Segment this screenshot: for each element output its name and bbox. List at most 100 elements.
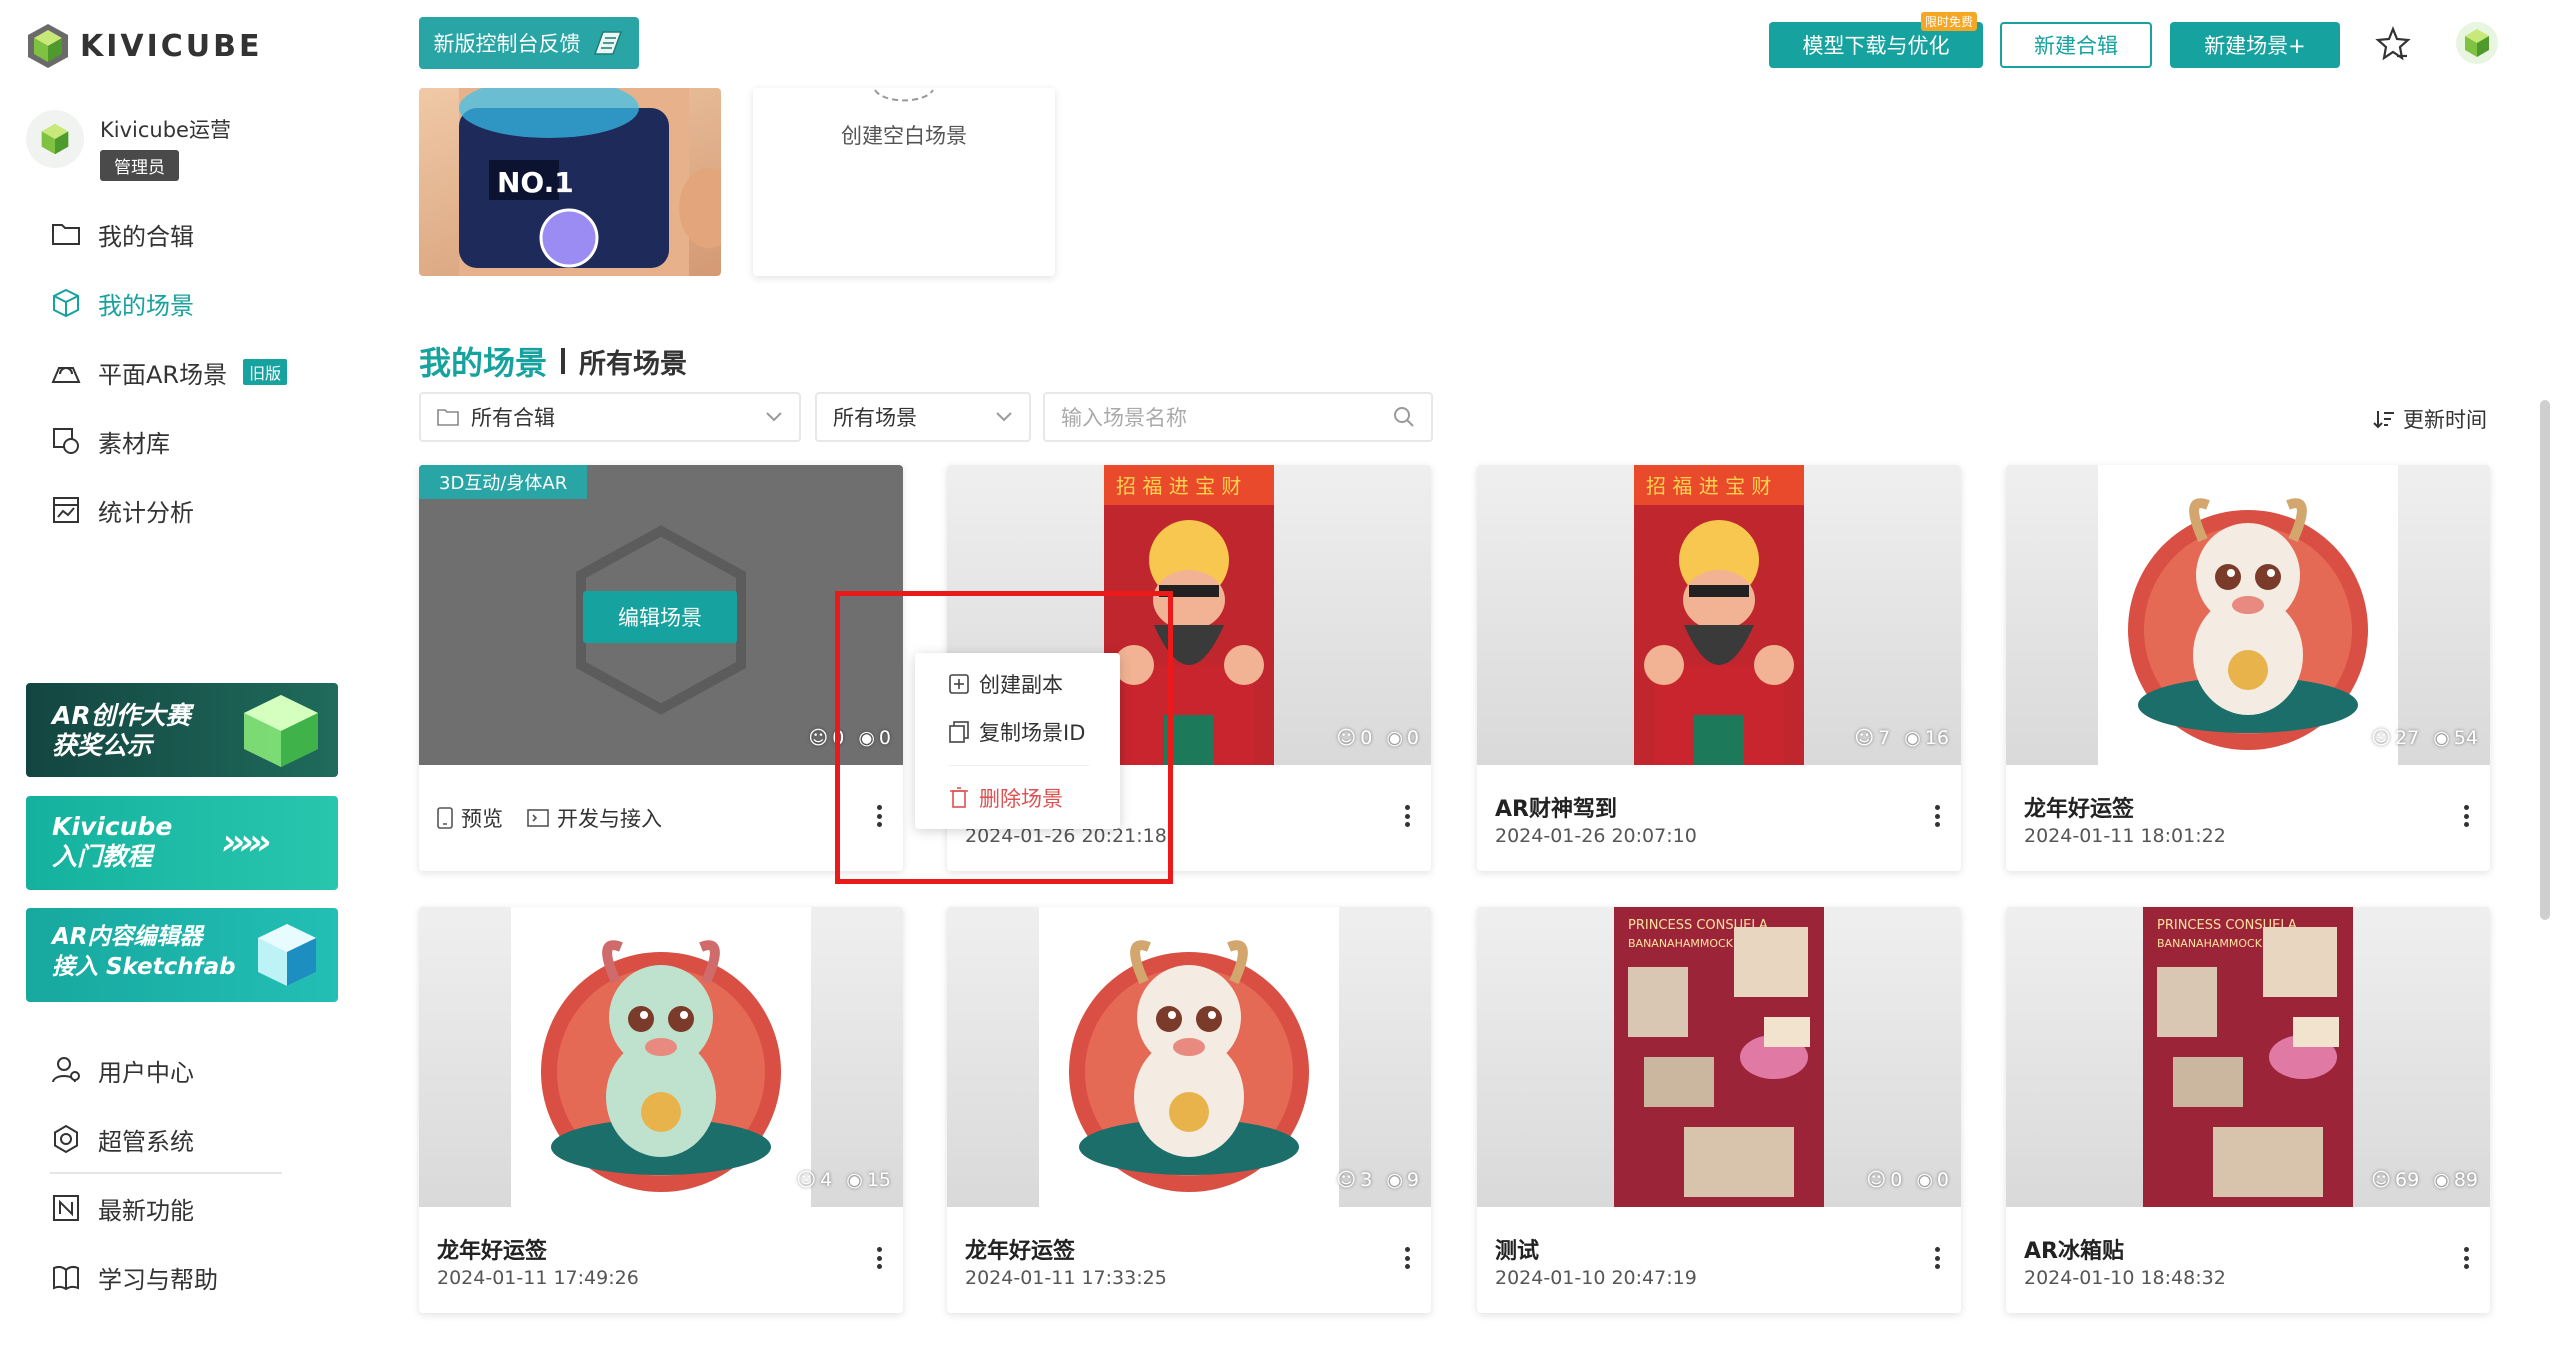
more-menu-icon[interactable]	[1927, 801, 1947, 831]
arrows-icon: ›››››	[222, 822, 272, 863]
banner-line1: AR内容编辑器	[52, 924, 203, 950]
search-placeholder: 输入场景名称	[1061, 406, 1187, 430]
dashed-circle-icon	[874, 89, 934, 102]
sidebar-item-label: 素材库	[98, 429, 170, 458]
edit-scene-button[interactable]: 编辑场景	[583, 591, 737, 643]
sidebar-item-help[interactable]: 学习与帮助	[50, 1257, 218, 1297]
view-count: 16	[1924, 727, 1949, 749]
scene-thumbnail: ☺ 27 ◉ 54	[2006, 465, 2490, 765]
user-count-icon: ☺	[1336, 727, 1357, 749]
more-menu-icon[interactable]	[2456, 801, 2476, 831]
dragon-image	[511, 907, 811, 1207]
user-profile[interactable]: Kivicube运营 管理员	[26, 110, 231, 181]
scene-stats: ☺ 3 ◉ 9	[1336, 1169, 1419, 1191]
search-input[interactable]: 输入场景名称	[1043, 392, 1433, 442]
more-menu-icon[interactable]	[1397, 1243, 1417, 1273]
user-count: 7	[1878, 727, 1891, 749]
scene-card[interactable]: ☺ 4 ◉ 15 龙年好运签 2024-01-11 17:49:26	[419, 907, 903, 1313]
new-scene-button[interactable]: 新建场景+	[2170, 22, 2340, 68]
view-count-icon: ◉	[1386, 727, 1403, 749]
collection-select[interactable]: 所有合辑	[419, 392, 801, 442]
feedback-button[interactable]: 新版控制台反馈	[419, 17, 639, 69]
user-name: Kivicube运营	[100, 118, 231, 142]
section-header: 我的场景 所有场景	[419, 338, 687, 384]
news-icon	[53, 1195, 79, 1221]
sidebar-item-label: 平面AR场景	[98, 360, 228, 389]
scene-type-select[interactable]: 所有场景	[815, 392, 1031, 442]
sidebar-item-collections[interactable]: 我的合辑	[50, 214, 194, 254]
scene-stats: ☺ 69 ◉ 89	[2371, 1169, 2478, 1191]
user-avatar-top[interactable]	[2456, 22, 2498, 64]
code-icon	[527, 809, 549, 827]
banner-tutorial[interactable]: Kivicube 入门教程 ›››››	[26, 796, 338, 890]
more-menu-icon[interactable]	[1397, 801, 1417, 831]
highlight-annotation-box	[835, 591, 1173, 884]
blank-scene-label: 创建空白场景	[841, 124, 967, 148]
scene-card[interactable]: 招 福 进 宝 财 ☺ 7 ◉ 16 AR财神驾到 2024-01-26 20:07:10	[1477, 465, 1961, 871]
collection-select-value: 所有合辑	[471, 406, 555, 430]
svg-text:NO.1: NO.1	[497, 166, 574, 199]
view-count: 9	[1406, 1169, 1419, 1191]
develop-link[interactable]: 开发与接入	[527, 803, 662, 833]
sidebar-item-new-features[interactable]: 最新功能	[50, 1188, 194, 1228]
logo-text: KIVICUBE	[80, 28, 263, 64]
user-count-icon: ☺	[1336, 1169, 1357, 1191]
ar-plane-icon	[51, 367, 81, 383]
view-count: 15	[866, 1169, 891, 1191]
book-icon	[53, 1265, 79, 1291]
search-icon[interactable]	[1393, 406, 1415, 428]
banner-line2: 入门教程	[52, 842, 153, 871]
sidebar-item-user-center[interactable]: 用户中心	[50, 1050, 194, 1090]
page-subtitle: 所有场景	[579, 348, 688, 380]
preview-link[interactable]: 预览	[437, 803, 503, 833]
app-logo[interactable]: KIVICUBE	[26, 22, 263, 70]
sidebar-item-super-admin[interactable]: 超管系统	[50, 1119, 194, 1159]
user-count-icon: ☺	[796, 1169, 817, 1191]
scene-date: 2024-01-11 17:33:25	[965, 1267, 1167, 1289]
view-count-icon: ◉	[846, 1169, 863, 1191]
user-count-icon: ☺	[2371, 1169, 2392, 1191]
edit-scene-label: 编辑场景	[618, 606, 702, 630]
more-menu-icon[interactable]	[2456, 1243, 2476, 1273]
banner-ar-contest[interactable]: AR创作大赛 获奖公示	[26, 683, 338, 777]
template-card-phone[interactable]: NO.1	[419, 88, 721, 276]
page-title: 我的场景	[419, 344, 548, 382]
sidebar-item-label: 最新功能	[98, 1196, 194, 1225]
chevron-down-icon	[996, 412, 1012, 422]
scene-card[interactable]: PRINCESS CONSUELA BANANAHAMMOCK ☺ 69 ◉ 89 AR冰箱…	[2006, 907, 2490, 1313]
svg-text:招 福 进 宝 财: 招 福 进 宝 财	[1646, 474, 1771, 498]
favorites-star-icon[interactable]	[2375, 26, 2411, 62]
sidebar-item-materials[interactable]: 素材库	[50, 421, 170, 461]
scene-thumbnail: ☺ 3 ◉ 9	[947, 907, 1431, 1207]
sidebar-item-analytics[interactable]: 统计分析	[50, 490, 194, 530]
new-collection-button[interactable]: 新建合辑	[2000, 22, 2152, 68]
view-count-icon: ◉	[2433, 1169, 2450, 1191]
scene-name: 龙年好运签	[965, 1239, 1076, 1264]
scene-thumbnail: PRINCESS CONSUELA BANANAHAMMOCK ☺ 0 ◉ 0	[1477, 907, 1961, 1207]
more-menu-icon[interactable]	[1927, 1243, 1947, 1273]
view-count-icon: ◉	[1386, 1169, 1403, 1191]
scrollbar[interactable]	[2540, 400, 2550, 920]
scene-thumbnail: 招 福 进 宝 财 ☺ 7 ◉ 16	[1477, 465, 1961, 765]
sort-button[interactable]: 更新时间	[2373, 404, 2487, 434]
scene-name: 测试	[1495, 1239, 1540, 1264]
view-count-icon: ◉	[1904, 727, 1921, 749]
scene-stats: ☺ 0 ◉ 0	[1336, 727, 1419, 749]
blank-scene-card[interactable]: 创建空白场景	[753, 88, 1055, 276]
user-count-icon: ☺	[808, 727, 829, 749]
user-count: 69	[2395, 1169, 2420, 1191]
more-menu-icon[interactable]	[869, 1243, 889, 1273]
sidebar-item-scenes[interactable]: 我的场景	[50, 283, 194, 323]
scene-card[interactable]: ☺ 27 ◉ 54 龙年好运签 2024-01-11 18:01:22	[2006, 465, 2490, 871]
feedback-label: 新版控制台反馈	[433, 32, 581, 56]
scene-card[interactable]: PRINCESS CONSUELA BANANAHAMMOCK ☺ 0 ◉ 0 测试 2024…	[1477, 907, 1961, 1313]
folder-icon	[52, 224, 80, 245]
god-of-wealth-image: 招 福 进 宝 财	[1634, 465, 1804, 765]
sidebar-item-plane-ar[interactable]: 平面AR场景 旧版	[50, 352, 288, 392]
banner-sketchfab[interactable]: AR内容编辑器 接入 Sketchfab	[26, 908, 338, 1002]
view-count: 0	[1936, 1169, 1949, 1191]
scene-card[interactable]: ☺ 3 ◉ 9 龙年好运签 2024-01-11 17:33:25	[947, 907, 1431, 1313]
user-count: 27	[2395, 727, 2420, 749]
kivicube-logo-icon	[28, 24, 68, 68]
scene-card[interactable]: 3D互动/身体AR 编辑场景 ☺ 0 ◉ 0 预览 开发与接入	[419, 465, 903, 871]
